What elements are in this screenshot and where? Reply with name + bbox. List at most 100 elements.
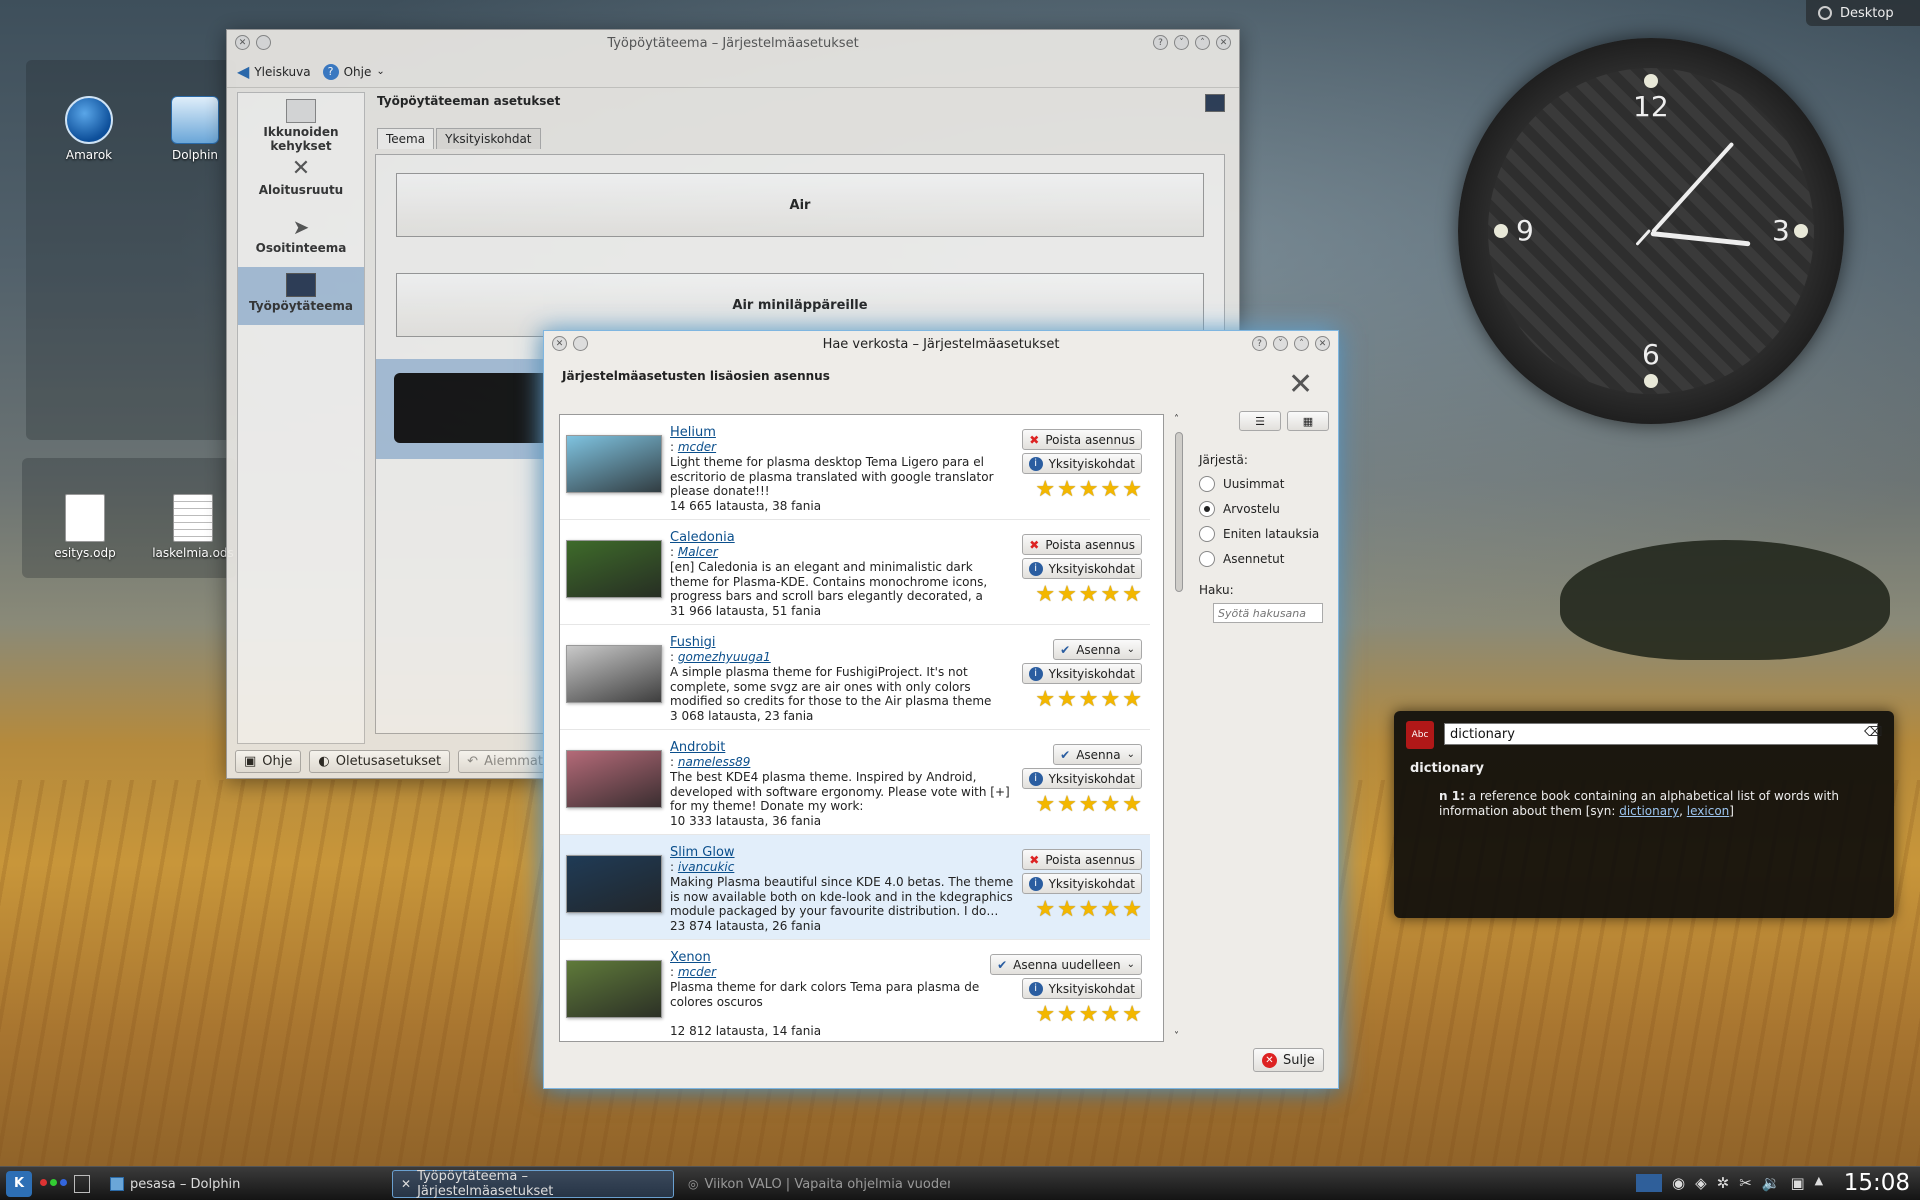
- desktop-icon-amarok[interactable]: Amarok: [34, 96, 144, 162]
- desktop-toolbox-button[interactable]: Desktop: [1806, 0, 1920, 26]
- author-link[interactable]: mcder: [678, 965, 716, 979]
- battery-icon[interactable]: ▣: [1790, 1174, 1804, 1192]
- sort-option[interactable]: Asennetut: [1199, 546, 1329, 571]
- addon-title-link[interactable]: Fushigi: [670, 635, 716, 650]
- sidebar-item-splash-screen[interactable]: ✕ Aloitusruutu: [238, 151, 364, 209]
- addon-details-button[interactable]: i Yksityiskohdat: [1021, 453, 1142, 474]
- updates-icon[interactable]: ◈: [1695, 1174, 1707, 1192]
- task-dolphin[interactable]: pesasa – Dolphin: [102, 1170, 248, 1198]
- addon-details-button[interactable]: i Yksityiskohdat: [1021, 873, 1142, 894]
- scrollbar-thumb[interactable]: [1175, 432, 1183, 592]
- addon-title-link[interactable]: Slim Glow: [670, 845, 735, 860]
- list-item[interactable]: Helium: mcder Light theme for plasma desk…: [560, 415, 1150, 520]
- sidebar-item-cursor-theme[interactable]: ➤ Osoitinteema: [238, 209, 364, 267]
- addon-title-link[interactable]: Androbit: [670, 740, 725, 755]
- addon-title-link[interactable]: Xenon: [670, 950, 711, 965]
- activity-dots-icon[interactable]: [40, 1179, 67, 1186]
- close-icon[interactable]: ✕: [1216, 35, 1231, 50]
- tools-icon[interactable]: ✕: [235, 35, 250, 50]
- scroll-up-arrow-icon[interactable]: ˄: [1174, 414, 1179, 425]
- radio-button[interactable]: [1199, 525, 1215, 542]
- addon-details-button[interactable]: i Yksityiskohdat: [1021, 558, 1142, 579]
- tab-details[interactable]: Yksityiskohdat: [436, 128, 541, 149]
- addon-rating[interactable]: ★ ★ ★ ★ ★: [1035, 479, 1142, 501]
- search-input[interactable]: [1213, 603, 1323, 623]
- author-link[interactable]: Malcer: [678, 545, 718, 559]
- addon-details-button[interactable]: i Yksityiskohdat: [1021, 663, 1142, 684]
- sidebar-item-window-decorations[interactable]: Ikkunoiden kehykset: [238, 93, 364, 153]
- synonym-link-dictionary[interactable]: dictionary: [1619, 804, 1679, 818]
- author-link[interactable]: nameless89: [678, 755, 751, 769]
- volume-icon[interactable]: 🔉: [1762, 1174, 1781, 1192]
- klipper-scissors-icon[interactable]: ✂: [1739, 1174, 1752, 1192]
- tools-icon[interactable]: ✕: [552, 336, 567, 351]
- defaults-button[interactable]: ◐ Oletusasetukset: [309, 750, 451, 773]
- pin-icon[interactable]: [573, 336, 588, 351]
- view-icons-button[interactable]: ▦: [1287, 411, 1329, 431]
- help-button[interactable]: ▣ Ohje: [235, 750, 302, 773]
- addon-title-link[interactable]: Caledonia: [670, 530, 735, 545]
- sort-option[interactable]: Eniten latauksia: [1199, 521, 1329, 546]
- kde-launcher-icon[interactable]: K: [6, 1171, 32, 1197]
- sort-option[interactable]: Arvostelu: [1199, 496, 1329, 521]
- theme-card-air-netbook[interactable]: Air miniläppäreille: [396, 273, 1204, 337]
- addon-title-link[interactable]: Helium: [670, 425, 716, 440]
- analog-clock-widget[interactable]: 12 3 6 9: [1458, 38, 1844, 424]
- addon-rating[interactable]: ★ ★ ★ ★ ★: [1035, 1004, 1142, 1026]
- addon-list-scrollbar[interactable]: ˄ ˅: [1173, 414, 1185, 1042]
- addon-primary-button[interactable]: ✖ Poista asennus: [1022, 534, 1142, 555]
- overview-button[interactable]: ◀ Yleiskuva: [237, 62, 311, 81]
- settings-gear-icon[interactable]: ✲: [1717, 1174, 1730, 1192]
- sort-option[interactable]: Uusimmat: [1199, 471, 1329, 496]
- taskbar-clock[interactable]: 15:08: [1844, 1170, 1910, 1196]
- addon-primary-button[interactable]: ✖ Poista asennus: [1022, 849, 1142, 870]
- addon-list[interactable]: Helium: mcder Light theme for plasma desk…: [559, 414, 1164, 1042]
- author-link[interactable]: mcder: [678, 440, 716, 454]
- task-system-settings[interactable]: ✕ Työpöytäteema – Järjestelmäasetukset: [392, 1169, 674, 1199]
- list-item[interactable]: Fushigi: gomezhyuuga1 A simple plasma the…: [560, 625, 1150, 730]
- dictionary-search-input[interactable]: [1444, 723, 1878, 745]
- close-icon[interactable]: ✕: [1315, 336, 1330, 351]
- close-button[interactable]: ✕ Sulje: [1253, 1048, 1324, 1072]
- help-menu-button[interactable]: ? Ohje ⌄: [322, 63, 385, 80]
- addon-rating[interactable]: ★ ★ ★ ★ ★: [1035, 689, 1142, 711]
- network-icon[interactable]: ◉: [1672, 1174, 1685, 1192]
- radio-button[interactable]: [1199, 550, 1215, 567]
- addon-rating[interactable]: ★ ★ ★ ★ ★: [1035, 794, 1142, 816]
- minimize-icon[interactable]: ˅: [1273, 336, 1288, 351]
- author-link[interactable]: ivancukic: [678, 860, 734, 874]
- addon-details-button[interactable]: i Yksityiskohdat: [1021, 768, 1142, 789]
- pager-icon[interactable]: [74, 1175, 90, 1193]
- reset-button[interactable]: ↶ Aiemmat: [458, 750, 552, 773]
- maximize-icon[interactable]: ˄: [1195, 35, 1210, 50]
- scroll-down-arrow-icon[interactable]: ˅: [1174, 1031, 1179, 1042]
- view-detailed-button[interactable]: ☰: [1239, 411, 1281, 431]
- display-icon[interactable]: [1636, 1174, 1662, 1192]
- addon-primary-button[interactable]: ✖ Poista asennus: [1022, 429, 1142, 450]
- addon-primary-button[interactable]: ✔ Asenna ⌄: [1053, 744, 1142, 765]
- tray-expand-icon[interactable]: ▲: [1815, 1174, 1823, 1192]
- theme-card-air[interactable]: Air: [396, 173, 1204, 237]
- maximize-icon[interactable]: ˄: [1294, 336, 1309, 351]
- addon-primary-button[interactable]: ✔ Asenna uudelleen ⌄: [990, 954, 1142, 975]
- addon-rating[interactable]: ★ ★ ★ ★ ★: [1035, 899, 1142, 921]
- list-item[interactable]: Xenon: mcder Plasma theme for dark colors…: [560, 940, 1150, 1041]
- list-item[interactable]: Slim Glow: ivancukic Making Plasma beauti…: [560, 835, 1150, 940]
- list-item[interactable]: Androbit: nameless89 The best KDE4 plasma…: [560, 730, 1150, 835]
- help-icon[interactable]: ?: [1252, 336, 1267, 351]
- sidebar-item-desktop-theme[interactable]: Työpöytäteema: [238, 267, 364, 325]
- task-browser[interactable]: ◎ Viikon VALO | Vapaita ohjelmia vuoden …: [680, 1170, 950, 1198]
- help-icon[interactable]: ?: [1153, 35, 1168, 50]
- addon-primary-button[interactable]: ✔ Asenna ⌄: [1053, 639, 1142, 660]
- addon-rating[interactable]: ★ ★ ★ ★ ★: [1035, 584, 1142, 606]
- get-new-stuff-dialog[interactable]: ✕ Hae verkosta – Järjestelmäasetukset ? …: [543, 330, 1339, 1089]
- author-link[interactable]: gomezhyuuga1: [678, 650, 771, 664]
- synonym-link-lexicon[interactable]: lexicon: [1687, 804, 1730, 818]
- minimize-icon[interactable]: ˅: [1174, 35, 1189, 50]
- radio-button[interactable]: [1199, 475, 1215, 492]
- dictionary-widget[interactable]: Abc ⌫ dictionary n 1: a reference book c…: [1394, 711, 1894, 918]
- settings-titlebar[interactable]: ✕ Työpöytäteema – Järjestelmäasetukset ?…: [227, 30, 1239, 56]
- clear-input-icon[interactable]: ⌫: [1864, 725, 1882, 740]
- addon-details-button[interactable]: i Yksityiskohdat: [1021, 978, 1142, 999]
- radio-button[interactable]: [1199, 500, 1215, 517]
